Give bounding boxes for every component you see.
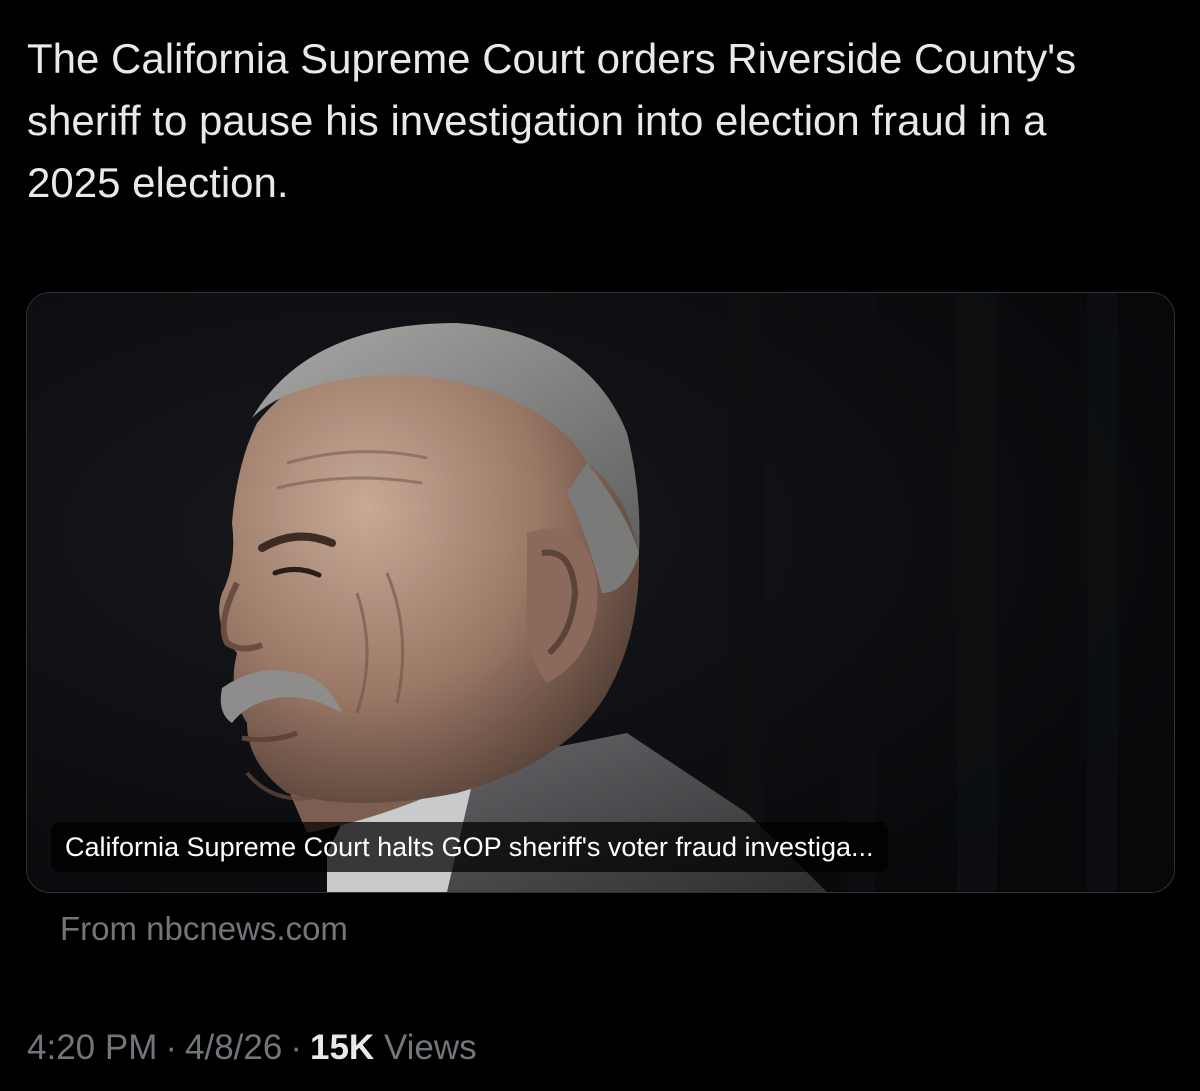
meta-separator: · <box>165 1028 178 1067</box>
card-source-link[interactable]: From nbcnews.com <box>60 908 348 950</box>
post-metadata: 4:20 PM · 4/8/26 · 15K Views <box>27 1025 477 1071</box>
post-time[interactable]: 4:20 PM <box>27 1028 157 1067</box>
post-text: The California Supreme Court orders Rive… <box>27 35 1077 206</box>
card-photo <box>27 293 1174 892</box>
views-label: Views <box>383 1028 477 1067</box>
card-headline[interactable]: California Supreme Court halts GOP sheri… <box>51 822 888 872</box>
post-date[interactable]: 4/8/26 <box>185 1028 282 1067</box>
views-count: 15K <box>309 1028 375 1067</box>
portrait-photo-icon <box>27 293 1174 892</box>
link-preview-card[interactable]: California Supreme Court halts GOP sheri… <box>26 292 1175 893</box>
meta-separator: · <box>290 1028 302 1067</box>
